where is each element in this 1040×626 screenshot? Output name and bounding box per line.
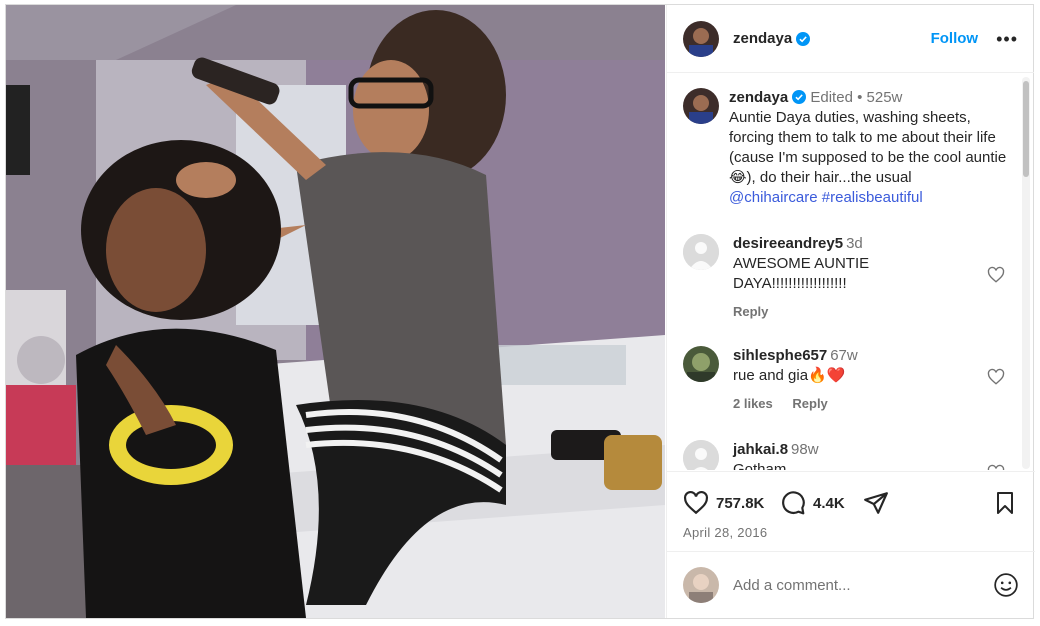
comment-text: rue and gia🔥❤️ xyxy=(733,367,846,384)
comment-text: AWESOME AUNTIE DAYA!!!!!!!!!!!!!!!!!! xyxy=(733,255,870,292)
add-comment-bar xyxy=(667,551,1035,618)
post-photo-illustration xyxy=(6,5,665,618)
likes-count[interactable]: 2 likes xyxy=(733,396,773,411)
follow-button[interactable]: Follow xyxy=(931,30,979,47)
comment-body: desireeandrey5 3d AWESOME AUNTIE DAYA!!!!… xyxy=(733,234,973,322)
caption-body: Auntie Daya duties, washing sheets, forc… xyxy=(729,109,1007,186)
comment-username[interactable]: desireeandrey5 xyxy=(733,235,843,252)
reply-button[interactable]: Reply xyxy=(733,304,768,319)
current-user-avatar xyxy=(683,567,719,603)
author-avatar[interactable] xyxy=(683,20,719,57)
post-header: zendaya Follow ••• xyxy=(667,5,1034,73)
bookmark-icon[interactable] xyxy=(993,490,1017,516)
default-avatar[interactable] xyxy=(683,440,719,470)
author-username[interactable]: zendaya xyxy=(733,30,792,47)
comment-text: Gotham xyxy=(733,461,787,470)
heart-icon[interactable] xyxy=(987,368,1005,386)
caption-author-avatar[interactable] xyxy=(683,88,719,124)
comment-body: sihlesphe657 67w rue and gia🔥❤️ 2 likes R… xyxy=(733,346,973,414)
comment-time[interactable]: 3d xyxy=(846,235,863,252)
comment-body: jahkai.8 98w Gotham xyxy=(733,440,973,470)
post-caption: zendaya Edited • 525w Auntie Daya duties… xyxy=(683,88,1015,208)
reply-button[interactable]: Reply xyxy=(792,396,827,411)
comments-list[interactable]: zendaya Edited • 525w Auntie Daya duties… xyxy=(667,74,1035,470)
caption-username[interactable]: zendaya xyxy=(729,89,788,106)
instagram-post: zendaya Follow ••• zendaya Edited • 525w… xyxy=(5,4,1035,619)
verified-badge-icon xyxy=(796,31,811,46)
comment-time[interactable]: 98w xyxy=(791,441,819,458)
comment-actions: Reply xyxy=(733,302,973,322)
photo-avatar[interactable] xyxy=(683,346,719,382)
edited-label: Edited xyxy=(810,89,853,106)
meta-separator: • xyxy=(857,89,863,106)
post-side-panel: zendaya Follow ••• zendaya Edited • 525w… xyxy=(666,5,1035,618)
comment-username[interactable]: sihlesphe657 xyxy=(733,347,827,364)
more-options-icon[interactable]: ••• xyxy=(996,30,1018,48)
verified-badge-icon xyxy=(792,90,807,104)
comment-actions: 2 likes Reply xyxy=(733,394,973,414)
comment-item: sihlesphe657 67w rue and gia🔥❤️ 2 likes R… xyxy=(683,346,1013,414)
like-count[interactable]: 757.8K xyxy=(716,495,764,512)
mention-link[interactable]: @chihaircare xyxy=(729,189,818,206)
caption-age[interactable]: 525w xyxy=(867,89,903,106)
heart-icon[interactable] xyxy=(987,464,1005,470)
comments-scrollbar[interactable] xyxy=(1022,77,1030,469)
post-date[interactable]: April 28, 2016 xyxy=(683,525,767,540)
emoji-icon[interactable] xyxy=(993,572,1019,598)
add-comment-input[interactable] xyxy=(733,576,973,594)
post-photo[interactable] xyxy=(6,5,665,618)
post-action-bar: 757.8K 4.4K April 28, 2016 xyxy=(667,471,1035,551)
caption-text-block: zendaya Edited • 525w Auntie Daya duties… xyxy=(729,88,1013,208)
comment-item: jahkai.8 98w Gotham xyxy=(683,440,1013,470)
scrollbar-thumb[interactable] xyxy=(1023,81,1029,177)
comment-icon[interactable] xyxy=(780,490,806,516)
comment-time[interactable]: 67w xyxy=(830,347,858,364)
share-icon[interactable] xyxy=(863,490,889,516)
comment-username[interactable]: jahkai.8 xyxy=(733,441,788,458)
heart-icon[interactable] xyxy=(683,490,709,516)
comment-count[interactable]: 4.4K xyxy=(813,495,845,512)
heart-icon[interactable] xyxy=(987,266,1005,284)
comment-item: desireeandrey5 3d AWESOME AUNTIE DAYA!!!!… xyxy=(683,234,1013,322)
hashtag-link[interactable]: #realisbeautiful xyxy=(822,189,923,206)
default-avatar[interactable] xyxy=(683,234,719,270)
